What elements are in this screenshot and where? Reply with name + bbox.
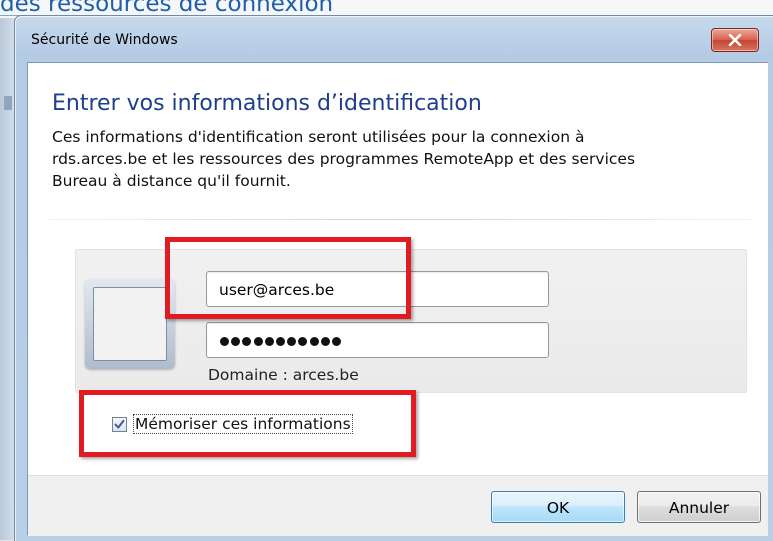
password-dot: [231, 337, 241, 346]
password-dot: [287, 337, 297, 346]
dialog-content: Entrer vos informations d’identification…: [27, 62, 768, 536]
dialog-heading: Entrer vos informations d’identification: [52, 91, 482, 116]
separator: [50, 219, 750, 220]
description-line: Bureau à distance qu'il fournit.: [52, 172, 291, 190]
user-avatar-icon: [93, 287, 167, 361]
password-dot: [298, 337, 308, 346]
password-dot: [253, 337, 263, 346]
password-dot: [275, 337, 285, 346]
description-line: Ces informations d'identification seront…: [52, 128, 585, 146]
dialog-description: Ces informations d'identification seront…: [52, 126, 752, 192]
title-bar[interactable]: Sécurité de Windows: [15, 16, 773, 60]
ok-button[interactable]: OK: [491, 491, 625, 523]
password-dot: [320, 337, 330, 346]
close-x-icon: [728, 34, 742, 46]
password-mask: [220, 337, 341, 346]
password-dot: [309, 337, 319, 346]
password-dot: [220, 337, 229, 346]
windows-security-dialog: Sécurité de Windows Entrer vos informati…: [14, 15, 773, 541]
username-value: user@arces.be: [219, 281, 335, 299]
background-scroll-mark: [4, 96, 12, 110]
remember-label: Mémoriser ces informations: [133, 414, 353, 434]
password-dot: [331, 337, 341, 346]
window-title: Sécurité de Windows: [31, 32, 178, 48]
description-line: rds.arces.be et les ressources des progr…: [52, 150, 636, 168]
checkbox-box[interactable]: [112, 416, 127, 432]
domain-label: Domaine : arces.be: [208, 366, 359, 384]
close-button[interactable]: [711, 28, 759, 52]
password-dot: [242, 337, 252, 346]
user-avatar-tile[interactable]: [85, 279, 175, 369]
checkmark-icon: [114, 419, 125, 428]
remember-credentials-checkbox[interactable]: Mémoriser ces informations: [112, 413, 353, 435]
cancel-button[interactable]: Annuler: [637, 491, 761, 523]
password-field[interactable]: [206, 322, 549, 358]
username-field[interactable]: user@arces.be: [206, 271, 549, 307]
password-dot: [264, 337, 274, 346]
